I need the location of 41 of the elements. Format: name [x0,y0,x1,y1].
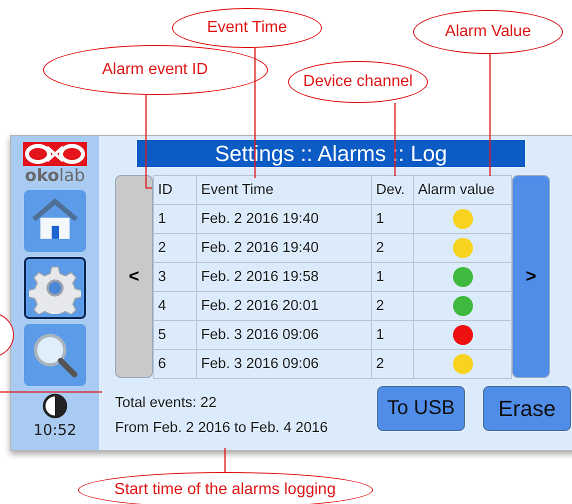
column-header: Event Time [196,176,372,204]
table-cell: Feb. 3 2016 09:06 [196,350,372,378]
table-cell: 2 [372,350,414,378]
logo-icon [23,142,87,166]
table-cell: Feb. 2 2016 19:40 [196,234,372,262]
action-button[interactable]: To USB [377,386,465,431]
table-cell: 6 [154,350,196,378]
table-cell: Feb. 3 2016 09:06 [196,320,372,350]
logo-text: okolab [24,166,86,186]
nav-button[interactable] [24,324,86,386]
table-cell: 4 [154,292,196,320]
table-cell: 2 [372,292,414,320]
table-cell: 3 [154,262,196,292]
nav-button[interactable] [24,257,86,319]
total-events-text: Total events: 22 [115,394,218,413]
clock-text: 10:52 [33,421,77,439]
table-cell: 2 [372,234,414,262]
column-header: ID [154,176,196,204]
callout-label: Device channel [288,61,428,103]
previous-page-button[interactable]: < [115,175,153,378]
date-range-text: From Feb. 2 2016 to Feb. 4 2016 [115,419,329,438]
table-cell: 5 [154,320,196,350]
column-header: Alarm value [414,176,512,204]
table-cell: Feb. 2 2016 20:01 [196,292,372,320]
column-header: Dev. [372,176,414,204]
callout-label: Start time of the alarms logging [78,472,372,504]
leader-line [224,448,226,472]
nav-button[interactable] [24,190,86,252]
table-cell: 1 [372,204,414,234]
callout-label: Event Time [172,8,322,48]
table-cell: 1 [154,204,196,234]
callout-label: Alarm event ID [42,45,268,95]
next-page-button[interactable]: > [512,175,550,378]
table-cell: Feb. 2 2016 19:58 [196,262,372,292]
table-cell: 2 [154,234,196,262]
action-button[interactable]: Erase [483,386,571,431]
table-cell: 1 [372,320,414,350]
table-cell: 1 [372,262,414,292]
table-cell: Feb. 2 2016 19:40 [196,204,372,234]
contrast-icon [42,393,68,419]
callout-label: Alarm Value [413,10,563,54]
